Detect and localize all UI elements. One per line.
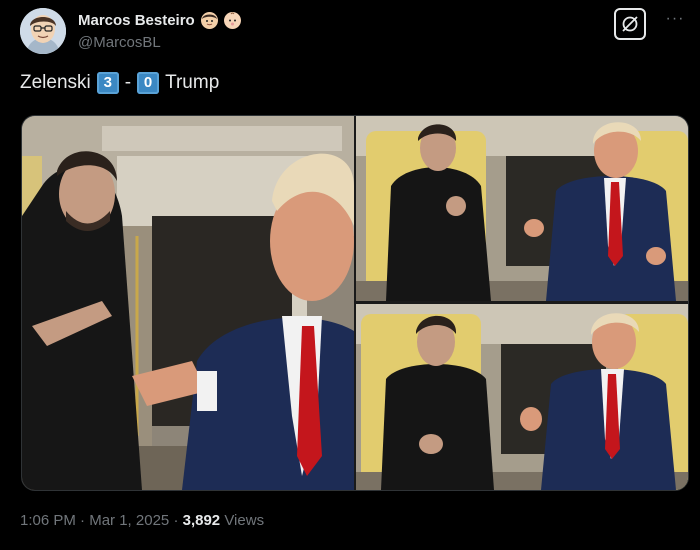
author-handle[interactable]: @MarcosBL [78,34,161,51]
score-separator: - [124,72,132,93]
tweet-metadata: 1:06 PM · Mar 1, 2025 · 3,892 Views [20,512,264,529]
separator-dot: · [80,512,86,529]
baby-face-emoji-icon [223,12,241,29]
keycap-three-icon: 3 [96,72,119,94]
photo-bottom-right[interactable] [356,304,688,490]
grok-icon [622,16,638,32]
tweet-header: Marcos Besteiro @MarcosBL ··· [18,8,688,54]
tweet-date[interactable]: Mar 1, 2025 [89,512,169,529]
views-count[interactable]: 3,892 [183,512,221,529]
cartoon-avatar-icon [20,8,66,54]
media-grid [21,115,689,491]
face-emoji-icon [200,12,218,29]
more-options-icon[interactable]: ··· [664,11,686,34]
tweet-text-right: Trump [165,72,220,93]
tweet-time[interactable]: 1:06 PM [20,512,76,529]
photo-top-right[interactable] [356,116,688,301]
views-label: Views [224,512,265,529]
keycap-zero-icon: 0 [137,72,160,94]
separator-dot: · [173,512,179,529]
tweet-text-left: Zelenski [20,72,91,93]
grok-button[interactable] [614,8,646,40]
tweet-text: Zelenski 3 - 0 Trump [20,72,219,94]
photo-main[interactable] [22,116,354,490]
avatar[interactable] [20,8,66,54]
author-display-name[interactable]: Marcos Besteiro [78,12,195,29]
author-name-line: Marcos Besteiro [78,12,241,29]
